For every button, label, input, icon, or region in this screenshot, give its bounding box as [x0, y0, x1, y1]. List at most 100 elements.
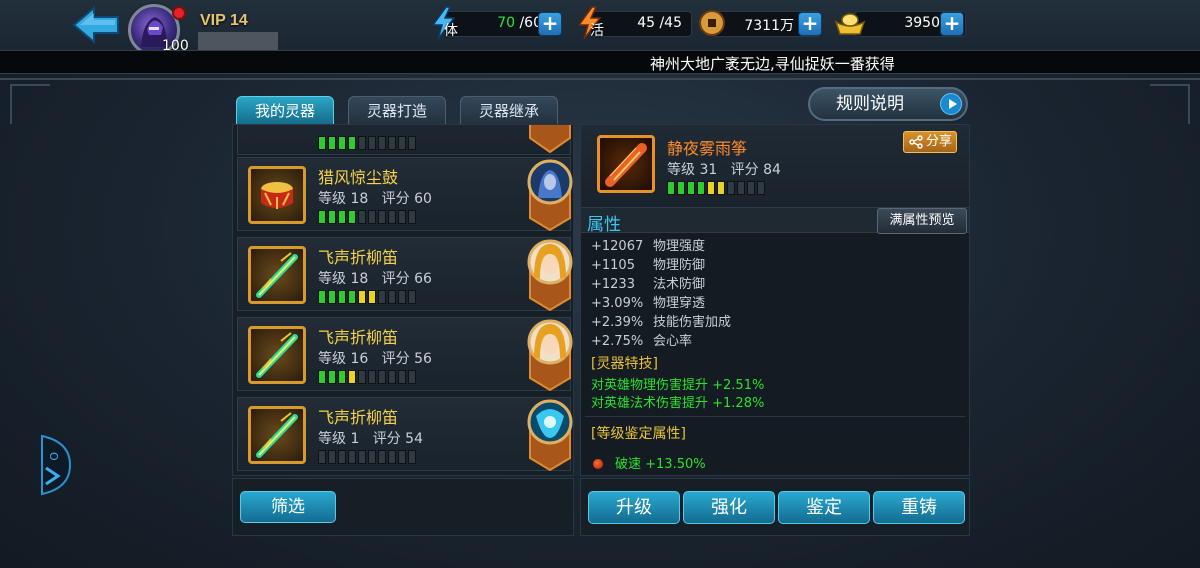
- quality-pip: [368, 450, 376, 464]
- quality-pip: [677, 181, 685, 195]
- vip-badge[interactable]: VIP 14: [200, 12, 248, 30]
- artifact-stats: 等级 18 评分 66: [318, 271, 432, 287]
- artifact-list[interactable]: 猎风惊尘鼓 等级 18 评分 60 飞声折柳笛 等级 18 评分 66 飞声折柳…: [232, 124, 574, 476]
- appraise-attribute: 破速 +13.50%: [593, 453, 706, 472]
- rules-label: 规则说明: [836, 94, 904, 114]
- quality-pip: [388, 290, 396, 304]
- quality-pip: [348, 210, 356, 224]
- attribute-row: +2.75% 会心率: [591, 334, 693, 349]
- quality-pip: [348, 290, 356, 304]
- attribute-list: +12067 物理强度 +1105 物理防御 +1233 法术防御 +3.09% 物理穿…: [591, 237, 961, 351]
- quality-pip: [328, 210, 336, 224]
- gold-add-button[interactable]: +: [940, 12, 964, 36]
- skill-line: 对英雄物理伤害提升 +2.51%: [591, 378, 765, 393]
- quality-pip: [378, 210, 386, 224]
- announcement-text: 神州大地广袤无边,寻仙捉妖一番获得: [650, 55, 895, 73]
- flute-icon: [248, 326, 306, 384]
- quality-pip: [757, 181, 765, 195]
- reforge-button[interactable]: 重铸: [873, 491, 965, 524]
- artifact-detail: 静夜雾雨筝 等级 31 评分 84 分享 属性 满属性预览 +12067 物理强度…: [580, 124, 970, 476]
- attribute-row: +12067 物理强度: [591, 239, 706, 254]
- artifact-name: 猎风惊尘鼓: [318, 168, 399, 187]
- divider: [585, 416, 965, 417]
- side-menu-emblem-icon[interactable]: O: [36, 432, 74, 498]
- attributes-title: 属性: [587, 215, 621, 235]
- quality-pip: [398, 290, 406, 304]
- quality-pip: [328, 290, 336, 304]
- quality-pips: [318, 290, 416, 304]
- list-item[interactable]: 飞声折柳笛 等级 18 评分 66: [237, 237, 573, 312]
- attribute-row: +1233 法术防御: [591, 277, 706, 292]
- full-attributes-preview-button[interactable]: 满属性预览: [877, 208, 967, 234]
- enhance-button[interactable]: 强化: [683, 491, 775, 524]
- artifact-name: 飞声折柳笛: [318, 408, 399, 427]
- flute-icon: [248, 406, 306, 464]
- stamina-add-button[interactable]: +: [538, 12, 562, 36]
- list-item[interactable]: 飞声折柳笛 等级 1 评分 54: [237, 397, 573, 472]
- quality-pip: [667, 181, 675, 195]
- quality-pip: [318, 370, 326, 384]
- list-item[interactable]: 猎风惊尘鼓 等级 18 评分 60: [237, 157, 573, 232]
- blonde-hero-portrait: [527, 319, 573, 392]
- quality-pip: [358, 290, 366, 304]
- rules-button[interactable]: 规则说明: [808, 87, 968, 121]
- zither-icon: [597, 135, 655, 193]
- quality-pip: [727, 181, 735, 195]
- upgrade-button[interactable]: 升级: [588, 491, 680, 524]
- quality-pip: [338, 290, 346, 304]
- quality-pips: [318, 450, 416, 464]
- cyan-hero-portrait: [527, 399, 573, 472]
- quality-pip: [318, 290, 326, 304]
- gem-dot-icon: [593, 459, 603, 469]
- attribute-row: +2.39% 技能伤害加成: [591, 315, 732, 330]
- quality-pip: [338, 210, 346, 224]
- announcement-bar: 神州大地广袤无边,寻仙捉妖一番获得: [0, 50, 1200, 74]
- appraise-section-title: [等级鉴定属性]: [591, 426, 686, 442]
- drum-icon: [248, 166, 306, 224]
- hero-badge-icon: [529, 125, 571, 154]
- quality-pip: [328, 370, 336, 384]
- quality-pip: [358, 450, 366, 464]
- quality-pip: [737, 181, 745, 195]
- filter-button[interactable]: 筛选: [240, 491, 336, 523]
- quality-pip: [697, 181, 705, 195]
- back-arrow-icon[interactable]: [70, 4, 122, 46]
- quality-pips: [318, 370, 416, 384]
- tab-artifact-forge[interactable]: 灵器打造: [348, 96, 446, 126]
- tab-artifact-inherit[interactable]: 灵器继承: [460, 96, 558, 126]
- gold-value: 3950: [904, 15, 940, 31]
- tab-my-artifacts[interactable]: 我的灵器: [236, 96, 334, 126]
- quality-pip: [368, 370, 376, 384]
- artifact-name: 飞声折柳笛: [318, 328, 399, 347]
- share-button[interactable]: 分享: [903, 131, 957, 153]
- list-item[interactable]: 飞声折柳笛 等级 16 评分 56: [237, 317, 573, 392]
- quality-pip: [318, 450, 326, 464]
- quality-pip: [707, 181, 715, 195]
- attribute-row: +1105 物理防御: [591, 258, 706, 273]
- copper-coin-icon: [699, 10, 725, 36]
- stamina-label: 体: [444, 23, 458, 39]
- quality-pip: [408, 450, 416, 464]
- quality-pip: [408, 370, 416, 384]
- share-label: 分享: [926, 134, 953, 149]
- quality-pip: [378, 450, 386, 464]
- player-name-masked: [198, 32, 278, 52]
- quality-pip: [388, 370, 396, 384]
- share-icon: [909, 135, 923, 149]
- coins-value: 7311万: [744, 18, 794, 34]
- notification-dot-icon: [172, 6, 186, 20]
- quality-pips: [318, 136, 416, 150]
- appraise-button[interactable]: 鉴定: [778, 491, 870, 524]
- list-item-partial[interactable]: [237, 125, 571, 155]
- artifact-stats: 等级 18 评分 60: [318, 191, 432, 207]
- quality-pip: [398, 210, 406, 224]
- blue-hero-portrait: [527, 159, 573, 232]
- quality-pip: [368, 290, 376, 304]
- skill-line: 对英雄法术伤害提升 +1.28%: [591, 396, 765, 411]
- quality-pip: [338, 370, 346, 384]
- coins-add-button[interactable]: +: [798, 12, 822, 36]
- detail-artifact-stats: 等级 31 评分 84: [667, 162, 781, 178]
- quality-pip: [408, 210, 416, 224]
- corner-decoration: [10, 84, 50, 124]
- quality-pip: [348, 450, 356, 464]
